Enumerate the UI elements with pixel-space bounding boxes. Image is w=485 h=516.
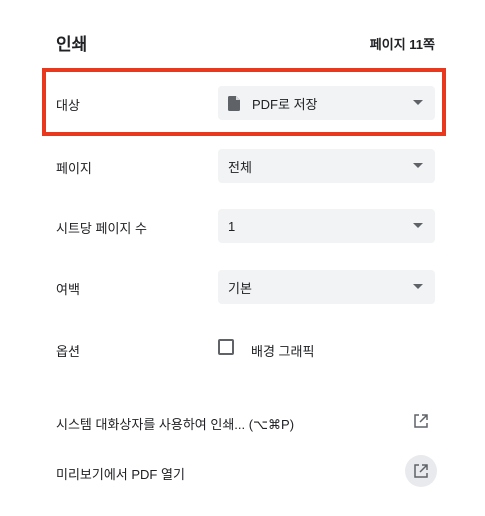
background-graphics-checkbox[interactable] (218, 339, 234, 355)
pages-label: 페이지 (56, 161, 92, 176)
open-preview-button[interactable] (405, 455, 437, 487)
pages-per-sheet-value: 1 (228, 218, 236, 234)
pages-per-sheet-label: 시트당 페이지 수 (56, 221, 147, 236)
open-external-icon (414, 464, 428, 478)
pages-per-sheet-select[interactable]: 1 (218, 209, 435, 243)
destination-highlight (42, 68, 446, 136)
pages-value: 전체 (228, 159, 252, 175)
margins-value: 기본 (228, 280, 252, 296)
margins-select[interactable]: 기본 (218, 270, 435, 304)
pages-select[interactable]: 전체 (218, 149, 435, 183)
chevron-down-icon (413, 163, 423, 168)
system-dialog-link[interactable]: 시스템 대화상자를 사용하여 인쇄... (⌥⌘P) (56, 414, 294, 433)
page-count: 페이지 11쪽 (369, 37, 435, 52)
margins-label: 여백 (56, 282, 80, 297)
open-external-icon[interactable] (414, 414, 428, 428)
chevron-down-icon (413, 284, 423, 289)
open-preview-link[interactable]: 미리보기에서 PDF 열기 (56, 464, 185, 483)
chevron-down-icon (413, 223, 423, 228)
print-title: 인쇄 (56, 35, 88, 54)
options-label: 옵션 (56, 344, 80, 359)
background-graphics-label[interactable]: 배경 그래픽 (251, 341, 314, 360)
